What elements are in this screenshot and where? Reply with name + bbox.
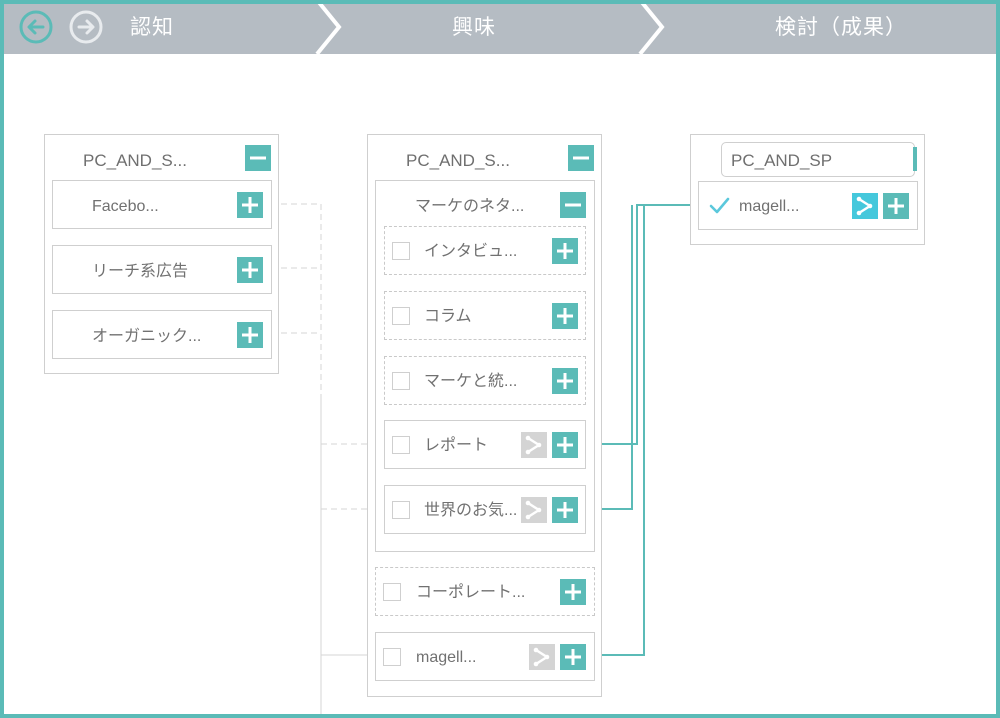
column-title: PC_AND_SP [731, 151, 833, 170]
channel-item[interactable]: リーチ系広告 [52, 245, 272, 294]
item-checkbox[interactable] [392, 307, 410, 325]
item-label: magell... [416, 649, 477, 666]
content-item[interactable]: マーケと統... [384, 356, 586, 405]
collapse-button[interactable] [560, 192, 586, 218]
item-checkbox[interactable] [392, 436, 410, 454]
plus-icon [888, 198, 904, 214]
field-edge-marker [913, 147, 917, 171]
item-checkbox[interactable] [383, 648, 401, 666]
item-checkbox[interactable] [392, 501, 410, 519]
item-label: コーポレート... [416, 584, 526, 601]
minus-icon [565, 203, 581, 207]
minus-icon [250, 156, 266, 160]
content-group: マーケのネタ... インタビュ... コラム マーケと統... レポート 世界の… [375, 180, 595, 552]
item-checkbox[interactable] [392, 372, 410, 390]
channel-item[interactable]: Facebo... [52, 180, 272, 229]
item-label: インタビュ... [424, 243, 518, 260]
plus-icon [557, 437, 573, 453]
channel-label: リーチ系広告 [92, 263, 189, 280]
link-arrow-icon [533, 647, 550, 667]
content-item[interactable]: コラム [384, 291, 586, 340]
device-column-awareness: PC_AND_S... Facebo... リーチ系広告 オーガニック... [44, 134, 279, 374]
add-button[interactable] [560, 644, 586, 670]
plus-icon [557, 502, 573, 518]
add-button[interactable] [237, 257, 263, 283]
plus-icon [565, 649, 581, 665]
link-arrow-icon [525, 500, 542, 520]
item-label: 世界のお気... [424, 502, 518, 519]
column-title-field[interactable]: PC_AND_SP [721, 142, 915, 177]
content-item[interactable]: レポート [384, 420, 586, 469]
content-item[interactable]: magell... [698, 181, 918, 230]
column-title[interactable]: PC_AND_S... [83, 151, 187, 171]
plus-icon [242, 197, 258, 213]
add-button[interactable] [552, 238, 578, 264]
item-checkbox[interactable] [392, 242, 410, 260]
add-button[interactable] [883, 193, 909, 219]
content-item[interactable]: コーポレート... [375, 567, 595, 616]
add-button[interactable] [237, 322, 263, 348]
content-item[interactable]: インタビュ... [384, 226, 586, 275]
column-title[interactable]: PC_AND_S... [406, 151, 510, 171]
link-arrow-icon [525, 435, 542, 455]
channel-item[interactable]: オーガニック... [52, 310, 272, 359]
group-title[interactable]: マーケのネタ... [415, 197, 524, 217]
add-button[interactable] [552, 368, 578, 394]
collapse-button[interactable] [568, 145, 594, 171]
plus-icon [242, 262, 258, 278]
add-button[interactable] [552, 303, 578, 329]
plus-icon [242, 327, 258, 343]
arrow-left-circle-icon [19, 10, 53, 44]
item-label: magell... [739, 198, 800, 215]
arrow-right-circle-icon [69, 10, 103, 44]
channel-label: オーガニック... [92, 328, 202, 345]
forward-button[interactable] [69, 10, 103, 44]
plus-icon [557, 308, 573, 324]
channel-label: Facebo... [92, 198, 159, 215]
stage-consideration[interactable]: 検討（成果） [775, 15, 907, 41]
collapse-button[interactable] [245, 145, 271, 171]
content-item[interactable]: 世界のお気... [384, 485, 586, 534]
link-button[interactable] [521, 497, 547, 523]
stage-awareness[interactable]: 認知 [130, 15, 174, 41]
add-button[interactable] [552, 497, 578, 523]
stage-interest[interactable]: 興味 [452, 15, 496, 41]
item-checkbox[interactable] [383, 583, 401, 601]
content-item[interactable]: magell... [375, 632, 595, 681]
chevron-right-icon [315, 0, 342, 54]
device-column-interest: PC_AND_S... マーケのネタ... インタビュ... コラム マーケと統… [367, 134, 602, 697]
item-label: マーケと統... [424, 373, 518, 390]
plus-icon [557, 373, 573, 389]
item-label: レポート [424, 437, 489, 454]
add-button[interactable] [560, 579, 586, 605]
link-arrow-icon [856, 196, 873, 216]
plus-icon [557, 243, 573, 259]
link-button[interactable] [852, 193, 878, 219]
link-button[interactable] [529, 644, 555, 670]
item-label: コラム [424, 308, 472, 325]
checkmark-icon[interactable] [708, 196, 730, 216]
chevron-right-icon [638, 0, 665, 54]
link-button[interactable] [521, 432, 547, 458]
add-button[interactable] [237, 192, 263, 218]
funnel-stage-bar: 認知 興味 検討（成果） [0, 0, 1000, 54]
minus-icon [573, 156, 589, 160]
plus-icon [565, 584, 581, 600]
device-column-consideration: PC_AND_SP magell... [690, 134, 925, 245]
add-button[interactable] [552, 432, 578, 458]
back-button[interactable] [19, 10, 53, 44]
